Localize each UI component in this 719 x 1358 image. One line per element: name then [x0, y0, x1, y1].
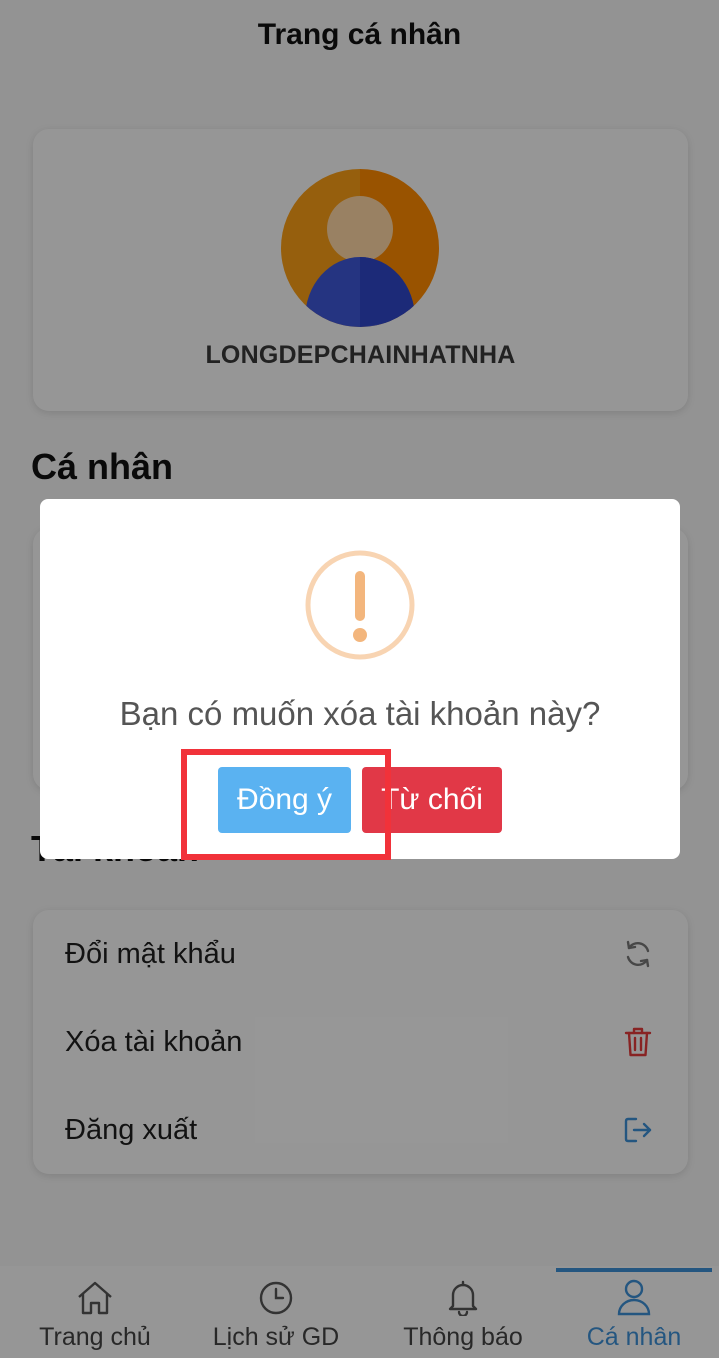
warning-icon — [304, 549, 416, 661]
highlight-box — [181, 749, 391, 860]
dialog-message: Bạn có muốn xóa tài khoản này? — [119, 695, 601, 732]
